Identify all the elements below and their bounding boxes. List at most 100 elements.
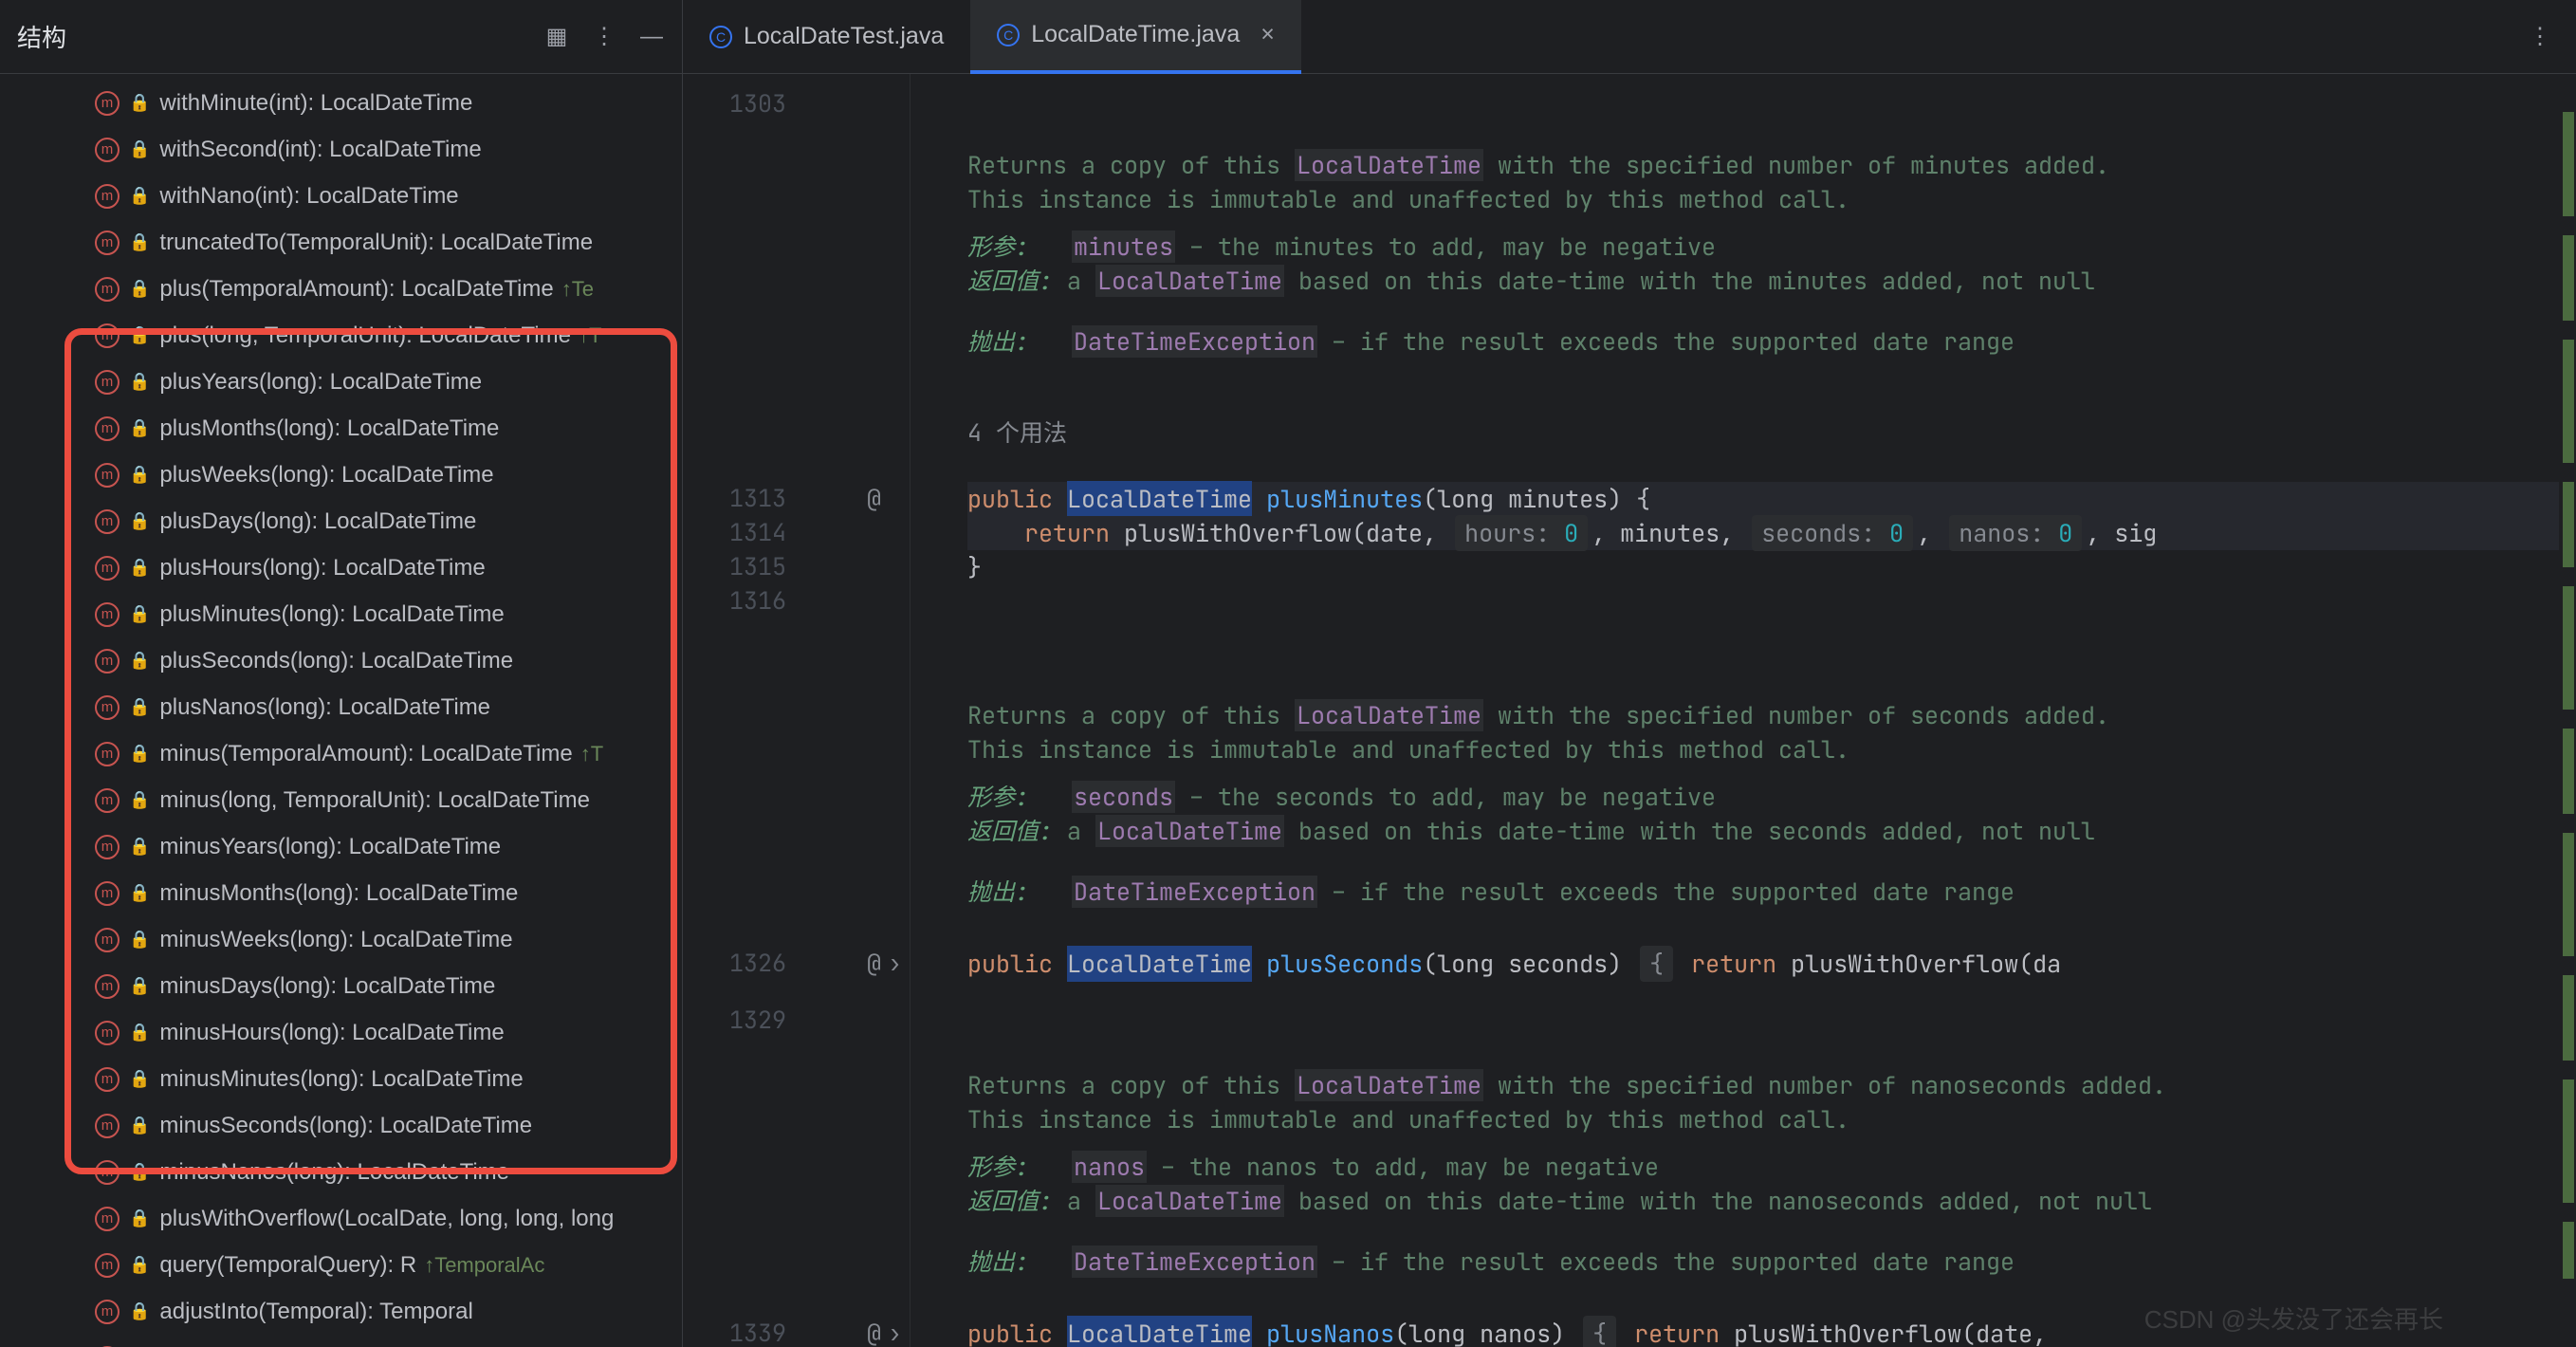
lock-icon: 🔒 [129, 465, 150, 485]
lock-icon: 🔒 [129, 558, 150, 578]
struct-item[interactable]: m 🔒 plusNanos(long): LocalDateTime [0, 684, 682, 730]
struct-item[interactable]: m 🔒 plusYears(long): LocalDateTime [0, 359, 682, 405]
lock-icon: 🔒 [129, 418, 150, 438]
code-line[interactable]: This instance is immutable and unaffecte… [967, 732, 2576, 766]
fold-icon[interactable]: › [888, 947, 902, 979]
code-line[interactable]: 抛出: DateTimeException – if the result ex… [967, 1245, 2576, 1279]
lock-icon: 🔒 [129, 511, 150, 531]
code-line[interactable]: public LocalDateTime plusMinutes(long mi… [967, 482, 2576, 516]
code-line[interactable]: Returns a copy of this LocalDateTime wit… [967, 148, 2576, 182]
grid-icon[interactable]: ▦ [543, 24, 570, 50]
structure-list[interactable]: m 🔒 withMinute(int): LocalDateTime m 🔒 w… [0, 74, 682, 1347]
code-line[interactable]: public LocalDateTime plusNanos(long nano… [967, 1317, 2576, 1347]
struct-item[interactable]: m 🔒 minus(long, TemporalUnit): LocalDate… [0, 777, 682, 823]
more-icon[interactable]: ⋮ [591, 24, 617, 50]
struct-item[interactable]: m 🔒 minusSeconds(long): LocalDateTime [0, 1102, 682, 1149]
struct-item[interactable]: m 🔒 withSecond(int): LocalDateTime [0, 126, 682, 173]
struct-item[interactable]: m 🔒 minus(TemporalAmount): LocalDateTime… [0, 730, 682, 777]
method-icon: m [95, 463, 120, 488]
code-line[interactable]: 抛出: DateTimeException – if the result ex… [967, 324, 2576, 359]
code-line[interactable]: 返回值: a LocalDateTime based on this date-… [967, 1184, 2576, 1218]
code-line[interactable]: This instance is immutable and unaffecte… [967, 1102, 2576, 1136]
code-line[interactable]: This instance is immutable and unaffecte… [967, 182, 2576, 216]
code-line[interactable]: 形参: minutes – the minutes to add, may be… [967, 230, 2576, 264]
method-signature: plusWithOverflow(LocalDate, long, long, … [159, 1206, 614, 1232]
struct-item[interactable]: m 🔒 plusDays(long): LocalDateTime [0, 498, 682, 544]
struct-item[interactable]: m 🔒 plusMonths(long): LocalDateTime [0, 405, 682, 452]
struct-item[interactable]: m 🔒 withMinute(int): LocalDateTime [0, 80, 682, 126]
minimize-icon[interactable]: — [638, 24, 665, 50]
struct-item[interactable]: m 🔒 minusMinutes(long): LocalDateTime [0, 1056, 682, 1102]
struct-item[interactable]: m 🔒 minusMonths(long): LocalDateTime [0, 870, 682, 916]
method-signature: withMinute(int): LocalDateTime [159, 90, 472, 117]
struct-item[interactable]: m 🔒 minusNanos(long): LocalDateTime [0, 1149, 682, 1195]
struct-item[interactable]: m 🔒 minusHours(long): LocalDateTime [0, 1009, 682, 1056]
lock-icon: 🔒 [129, 1255, 150, 1275]
method-signature: minus(TemporalAmount): LocalDateTime [159, 741, 572, 767]
code-line[interactable]: 形参: nanos – the nanos to add, may be neg… [967, 1150, 2576, 1184]
struct-item[interactable]: m 🔒 plusSeconds(long): LocalDateTime [0, 637, 682, 684]
structure-sidebar: 结构 ▦ ⋮ — m 🔒 withMinute(int): LocalDateT… [0, 0, 683, 1347]
method-icon: m [95, 974, 120, 999]
method-icon: m [95, 138, 120, 162]
code-line[interactable]: 4 个用法 [967, 415, 2576, 450]
struct-item[interactable]: m 🔒 minusWeeks(long): LocalDateTime [0, 916, 682, 963]
struct-item[interactable]: m 🔒 minusYears(long): LocalDateTime [0, 823, 682, 870]
method-signature: minusDays(long): LocalDateTime [159, 973, 495, 1000]
method-icon: m [95, 184, 120, 209]
gutter-marker[interactable]: @ [867, 947, 881, 979]
lock-icon: 🔒 [129, 651, 150, 671]
gutter-marker[interactable]: @ [867, 1317, 881, 1347]
minimap[interactable] [2559, 74, 2576, 1347]
code-line[interactable]: return plusWithOverflow(date, hours: 0, … [967, 516, 2576, 550]
struct-item[interactable]: m 🔒 withNano(int): LocalDateTime [0, 173, 682, 219]
method-icon: m [95, 91, 120, 116]
tab-label: LocalDateTime.java [1031, 21, 1240, 48]
code-line[interactable]: 形参: seconds – the seconds to add, may be… [967, 780, 2576, 814]
tab-more-icon[interactable]: ⋮ [2527, 24, 2553, 50]
gutter[interactable]: 13031313131413151316132613291339@@@›› [683, 74, 911, 1347]
lock-icon: 🔒 [129, 1209, 150, 1228]
gutter-marker[interactable]: @ [867, 482, 881, 514]
lock-icon: 🔒 [129, 604, 150, 624]
struct-item[interactable]: m 🔒 plus(long, TemporalUnit): LocalDateT… [0, 312, 682, 359]
lock-icon: 🔒 [129, 1023, 150, 1043]
method-icon: m [95, 788, 120, 813]
code-line[interactable]: public LocalDateTime plusSeconds(long se… [967, 947, 2576, 981]
lock-icon: 🔒 [129, 976, 150, 996]
code-line[interactable]: 抛出: DateTimeException – if the result ex… [967, 875, 2576, 909]
struct-item[interactable]: m 🔒 truncatedTo(TemporalUnit): LocalDate… [0, 219, 682, 266]
code-line[interactable]: 返回值: a LocalDateTime based on this date-… [967, 264, 2576, 298]
struct-item[interactable]: m 🔒 plusMinutes(long): LocalDateTime [0, 591, 682, 637]
fold-icon[interactable]: › [888, 1317, 902, 1347]
method-icon: m [95, 1300, 120, 1324]
lock-icon: 🔒 [129, 139, 150, 159]
close-icon[interactable]: × [1260, 21, 1275, 48]
code-area[interactable]: Returns a copy of this LocalDateTime wit… [911, 74, 2576, 1347]
struct-item[interactable]: m 🔒 plus(TemporalAmount): LocalDateTime … [0, 266, 682, 312]
code-line[interactable]: 返回值: a LocalDateTime based on this date-… [967, 814, 2576, 848]
tab-LocalDateTime.java[interactable]: C LocalDateTime.java × [970, 0, 1301, 74]
lock-icon: 🔒 [129, 372, 150, 392]
struct-item[interactable]: m 🔒 plusWithOverflow(LocalDate, long, lo… [0, 1195, 682, 1242]
line-number: 1316 [701, 584, 786, 617]
sidebar-header: 结构 ▦ ⋮ — [0, 0, 682, 74]
method-icon: m [95, 509, 120, 534]
line-number: 1326 [701, 947, 786, 979]
struct-item[interactable]: m 🔒 adjustInto(Temporal): Temporal [0, 1288, 682, 1335]
struct-item[interactable]: m 🔒 plusWeeks(long): LocalDateTime [0, 452, 682, 498]
method-signature: plus(TemporalAmount): LocalDateTime [159, 276, 553, 303]
method-signature: plusMinutes(long): LocalDateTime [159, 601, 504, 628]
method-icon: m [95, 370, 120, 395]
tab-LocalDateTest.java[interactable]: C LocalDateTest.java [683, 0, 970, 74]
struct-item[interactable]: m 🔒 query(TemporalQuery): R ↑TemporalAc [0, 1242, 682, 1288]
lock-icon: 🔒 [129, 930, 150, 950]
struct-item[interactable]: m 🔒 until(Temporal, TemporalUnit): long … [0, 1335, 682, 1347]
code-line[interactable]: Returns a copy of this LocalDateTime wit… [967, 1068, 2576, 1102]
struct-item[interactable]: m 🔒 minusDays(long): LocalDateTime [0, 963, 682, 1009]
code-line[interactable]: Returns a copy of this LocalDateTime wit… [967, 698, 2576, 732]
struct-item[interactable]: m 🔒 plusHours(long): LocalDateTime [0, 544, 682, 591]
tab-label: LocalDateTest.java [744, 23, 944, 50]
method-signature: withSecond(int): LocalDateTime [159, 137, 481, 163]
code-line[interactable]: } [967, 550, 2576, 584]
